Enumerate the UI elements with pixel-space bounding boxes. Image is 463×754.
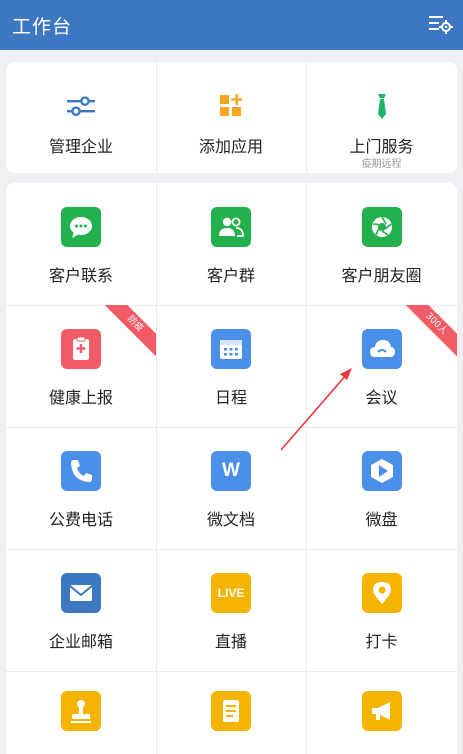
megaphone-icon [361,691,402,731]
list-settings-icon[interactable] [427,11,453,37]
onsite-service-button[interactable]: 上门服务 疫期远程 [306,62,457,173]
badge-text: 300人 [401,305,457,361]
app-label: 会议 [365,388,398,407]
group-icon [211,207,251,247]
app-schedule[interactable]: 日程 [156,305,306,427]
badge-text: 防疫 [100,305,156,361]
app-label: 企业邮箱 [48,632,113,651]
app-label: 微文档 [206,510,255,529]
live-glyph: LIVE [217,586,245,600]
onsite-service-label: 上门服务 [349,137,414,156]
quick-actions-card: 管理企业 添加应用 上门服务 疫期远程 [6,62,457,173]
app-announcement[interactable] [306,671,457,754]
cloud-icon [361,329,402,369]
sliders-icon [61,86,101,126]
app-report[interactable] [156,671,306,754]
live-icon: LIVE [211,573,251,613]
health-clipboard-icon [61,329,101,369]
doc-w-glyph: W [222,460,240,481]
form-icon [211,691,251,731]
app-label: 微盘 [365,510,398,529]
app-customer-group[interactable]: 客户群 [156,183,306,305]
app-header: 工作台 [0,0,463,50]
manage-enterprise-button[interactable]: 管理企业 [6,62,156,173]
app-label: 直播 [214,632,247,651]
add-app-label: 添加应用 [198,137,263,156]
app-label: 打卡 [365,632,398,651]
page-title: 工作台 [12,16,73,38]
app-label: 公费电话 [48,510,113,529]
phone-icon [61,451,101,491]
chat-icon [61,207,101,247]
app-label: 日程 [214,388,247,407]
location-pin-icon [361,573,402,613]
apps-grid-card: 客户联系 客户群 客户朋友圈 健康上报 防疫 日程 会议 300人 公费电话 W… [6,183,457,754]
doc-w-icon: W [211,451,251,491]
app-micro-drive[interactable]: 微盘 [306,427,457,549]
tie-icon [362,86,402,126]
capacity-badge: 300人 [401,305,457,361]
add-app-button[interactable]: 添加应用 [156,62,306,173]
app-meeting[interactable]: 会议 300人 [306,305,457,427]
app-health-report[interactable]: 健康上报 防疫 [6,305,156,427]
calendar-icon [211,329,251,369]
manage-enterprise-label: 管理企业 [48,137,113,156]
app-label: 客户朋友圈 [341,266,422,285]
app-live[interactable]: LIVE 直播 [156,549,306,671]
app-micro-doc[interactable]: W 微文档 [156,427,306,549]
mail-icon [61,573,101,613]
app-label: 客户联系 [48,266,113,285]
app-public-phone[interactable]: 公费电话 [6,427,156,549]
epidemic-badge: 防疫 [100,305,156,361]
app-label: 健康上报 [48,388,113,407]
app-label: 客户群 [206,266,255,285]
stamp-icon [61,691,101,731]
aperture-icon [361,207,402,247]
app-check-in[interactable]: 打卡 [306,549,457,671]
drive-icon [361,451,402,491]
app-approval[interactable] [6,671,156,754]
app-customer-contact[interactable]: 客户联系 [6,183,156,305]
app-enterprise-mail[interactable]: 企业邮箱 [6,549,156,671]
add-app-icon [211,86,251,126]
app-customer-moments[interactable]: 客户朋友圈 [306,183,457,305]
onsite-service-sublabel: 疫期远程 [361,159,402,170]
